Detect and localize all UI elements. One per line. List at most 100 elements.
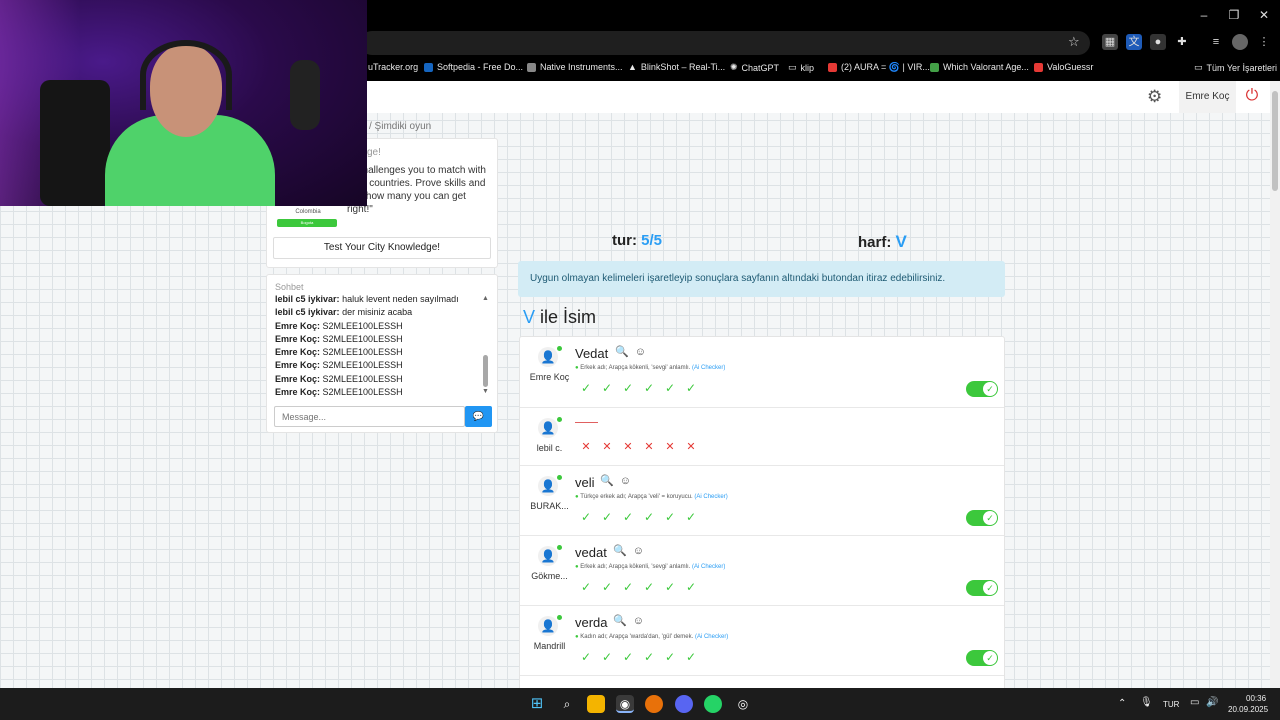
menu-icon[interactable]: ⋮ [1256, 34, 1272, 50]
chat-message: lebil c5 iykivar: der misiniz acaba [275, 306, 485, 319]
language-indicator[interactable]: TUR [1163, 700, 1179, 709]
round-indicator: tur: 5/5 [612, 232, 662, 249]
category-letter: V [523, 307, 536, 327]
check-icon: ✓ [685, 510, 697, 524]
whatsapp-icon[interactable] [704, 695, 722, 713]
bookmark-item[interactable]: uTracker.org [368, 62, 418, 72]
bookmark-item[interactable]: ValoGuessr [1034, 62, 1093, 72]
player-name: lebil c. [536, 443, 563, 453]
chat-text: haluk levent neden sayılmadı [342, 294, 459, 304]
check-icon: ✓ [601, 650, 613, 664]
accept-toggle[interactable]: ✓ [966, 650, 998, 666]
user-menu[interactable]: Emre Koç [1179, 81, 1236, 113]
check-icon: ✓ [622, 381, 634, 395]
breadcrumb: / Şimdiki oyun [369, 121, 432, 132]
info-alert: Uygun olmayan kelimeleri işaretleyip son… [518, 261, 1005, 297]
chat-scrollbar[interactable]: ▲ ▼ [482, 295, 490, 397]
all-bookmarks-item[interactable]: ▭ Tüm Yer İşaretleri [1194, 62, 1277, 73]
emoji-react-icon[interactable]: ☺ [633, 615, 644, 627]
chevron-up-icon[interactable]: ⌃ [1118, 698, 1126, 709]
emoji-react-icon[interactable]: ☺ [633, 545, 644, 557]
chat-text: S2MLEE100LESSH [322, 373, 403, 384]
emoji-react-icon[interactable]: ☺ [620, 475, 631, 487]
accept-toggle[interactable]: ✓ [966, 381, 998, 397]
minimize-icon[interactable]: – [1194, 6, 1214, 24]
close-icon[interactable]: ✕ [1254, 6, 1274, 24]
bookmark-label: Softpedia - Free Do... [437, 62, 524, 72]
puzzle-icon[interactable]: ✚ [1174, 34, 1190, 50]
extension-icon[interactable]: ▦ [1102, 34, 1118, 50]
bookmark-item[interactable]: ▭ klip [788, 62, 814, 73]
bookmark-item[interactable]: Which Valorant Age... [930, 62, 1029, 72]
file-explorer-icon[interactable] [587, 695, 605, 713]
player-name: BURAK... [530, 501, 569, 511]
check-icon: ✓ [983, 581, 997, 595]
search-icon[interactable]: 🔍 [615, 346, 629, 358]
check-icon: ✓ [664, 510, 676, 524]
clock-date[interactable]: 20.09.2025 [1228, 705, 1268, 714]
bookmark-item[interactable]: Native Instruments... [527, 62, 623, 72]
vote-marks: ✓ ✓ ✓ ✓ ✓ ✓ [579, 580, 698, 594]
check-icon: ✓ [643, 510, 655, 524]
discord-icon[interactable] [675, 695, 693, 713]
chat-scroll-thumb[interactable] [483, 355, 488, 387]
bookmark-item[interactable]: ▲ BlinkShot – Real-Ti... [628, 62, 725, 72]
chat-user: Emre Koç: [275, 387, 321, 398]
translate-icon[interactable]: 文 [1126, 34, 1142, 50]
ai-checker-tag: (Ai Checker) [691, 365, 726, 371]
scroll-down-icon[interactable]: ▼ [482, 388, 489, 395]
microphone-icon[interactable]: 🎙 [1140, 697, 1153, 708]
profile-avatar[interactable] [1232, 34, 1248, 50]
search-icon[interactable]: 🔍 [600, 475, 614, 487]
media-icon[interactable]: ≡ [1208, 34, 1224, 50]
address-bar[interactable] [360, 31, 1090, 55]
answer-row: 👤 Gökme... vedat 🔍 ☺ ● Erkek adı; Arapça … [520, 536, 1004, 606]
bookmark-item[interactable]: Softpedia - Free Do... [424, 62, 523, 72]
check-icon: ✓ [983, 511, 997, 525]
bookmark-item[interactable]: ✺ ChatGPT [730, 62, 779, 73]
page-scroll-thumb[interactable] [1272, 91, 1278, 191]
cross-icon: ✕ [581, 441, 591, 453]
restore-icon[interactable]: ❐ [1224, 6, 1244, 24]
power-icon[interactable]: ⏻ [1243, 87, 1261, 105]
folder-icon: ▭ [1194, 62, 1203, 72]
check-icon: ✓ [622, 580, 634, 594]
accept-toggle[interactable]: ✓ [966, 510, 998, 526]
check-icon: ✓ [622, 510, 634, 524]
scroll-up-icon[interactable]: ▲ [482, 295, 489, 302]
extension-icon[interactable]: ● [1150, 34, 1166, 50]
note-text: Kadın adı; Arapça 'warda'dan, 'gül' deme… [580, 634, 694, 640]
search-icon[interactable]: ⌕ [558, 695, 576, 713]
accept-toggle[interactable]: ✓ [966, 580, 998, 596]
chat-message: Emre Koç: S2MLEE100LESSH [275, 333, 485, 346]
network-icon[interactable]: ▭ [1190, 697, 1199, 708]
test-city-knowledge-button[interactable]: Test Your City Knowledge! [273, 237, 491, 259]
cross-icon: ✕ [644, 441, 654, 453]
ai-checker-tag: (Ai Checker) [694, 494, 728, 500]
ai-checker-tag: (Ai Checker) [691, 564, 726, 570]
webcam-headset [140, 40, 232, 110]
answer-row: 👤 Mandrill verda 🔍 ☺ ● Kadın adı; Arapça … [520, 606, 1004, 676]
check-icon: ✓ [664, 580, 676, 594]
ai-checker-note: ● Kadın adı; Arapça 'warda'dan, 'gül' de… [575, 634, 728, 640]
webcam-microphone [290, 60, 320, 130]
check-icon: ✓ [580, 381, 592, 395]
windows-start-icon[interactable]: ⊞ [528, 695, 546, 713]
search-icon[interactable]: 🔍 [613, 545, 627, 557]
browser-shield-icon[interactable] [645, 695, 663, 713]
chat-message: Emre Koç: S2MLEE100LESSH [275, 346, 485, 359]
app-icon[interactable]: ◎ [734, 695, 752, 713]
gear-icon[interactable]: ⚙ [1147, 88, 1165, 106]
bookmark-star-icon[interactable]: ☆ [1068, 34, 1080, 50]
bookmark-item[interactable]: (2) AURA = 🌀 | VIR... [828, 62, 930, 73]
search-icon[interactable]: 🔍 [613, 615, 627, 627]
clock-time[interactable]: 00:36 [1246, 694, 1266, 703]
page-scrollbar[interactable] [1270, 81, 1280, 688]
chat-message-input[interactable] [274, 406, 465, 427]
folder-icon: ▭ [788, 62, 797, 72]
volume-icon[interactable]: 🔊 [1206, 697, 1218, 708]
chrome-icon[interactable]: ◉ [616, 695, 634, 713]
emoji-react-icon[interactable]: ☺ [635, 346, 646, 358]
send-message-button[interactable]: 💬 [465, 406, 492, 427]
check-icon: ✓ [685, 381, 697, 395]
